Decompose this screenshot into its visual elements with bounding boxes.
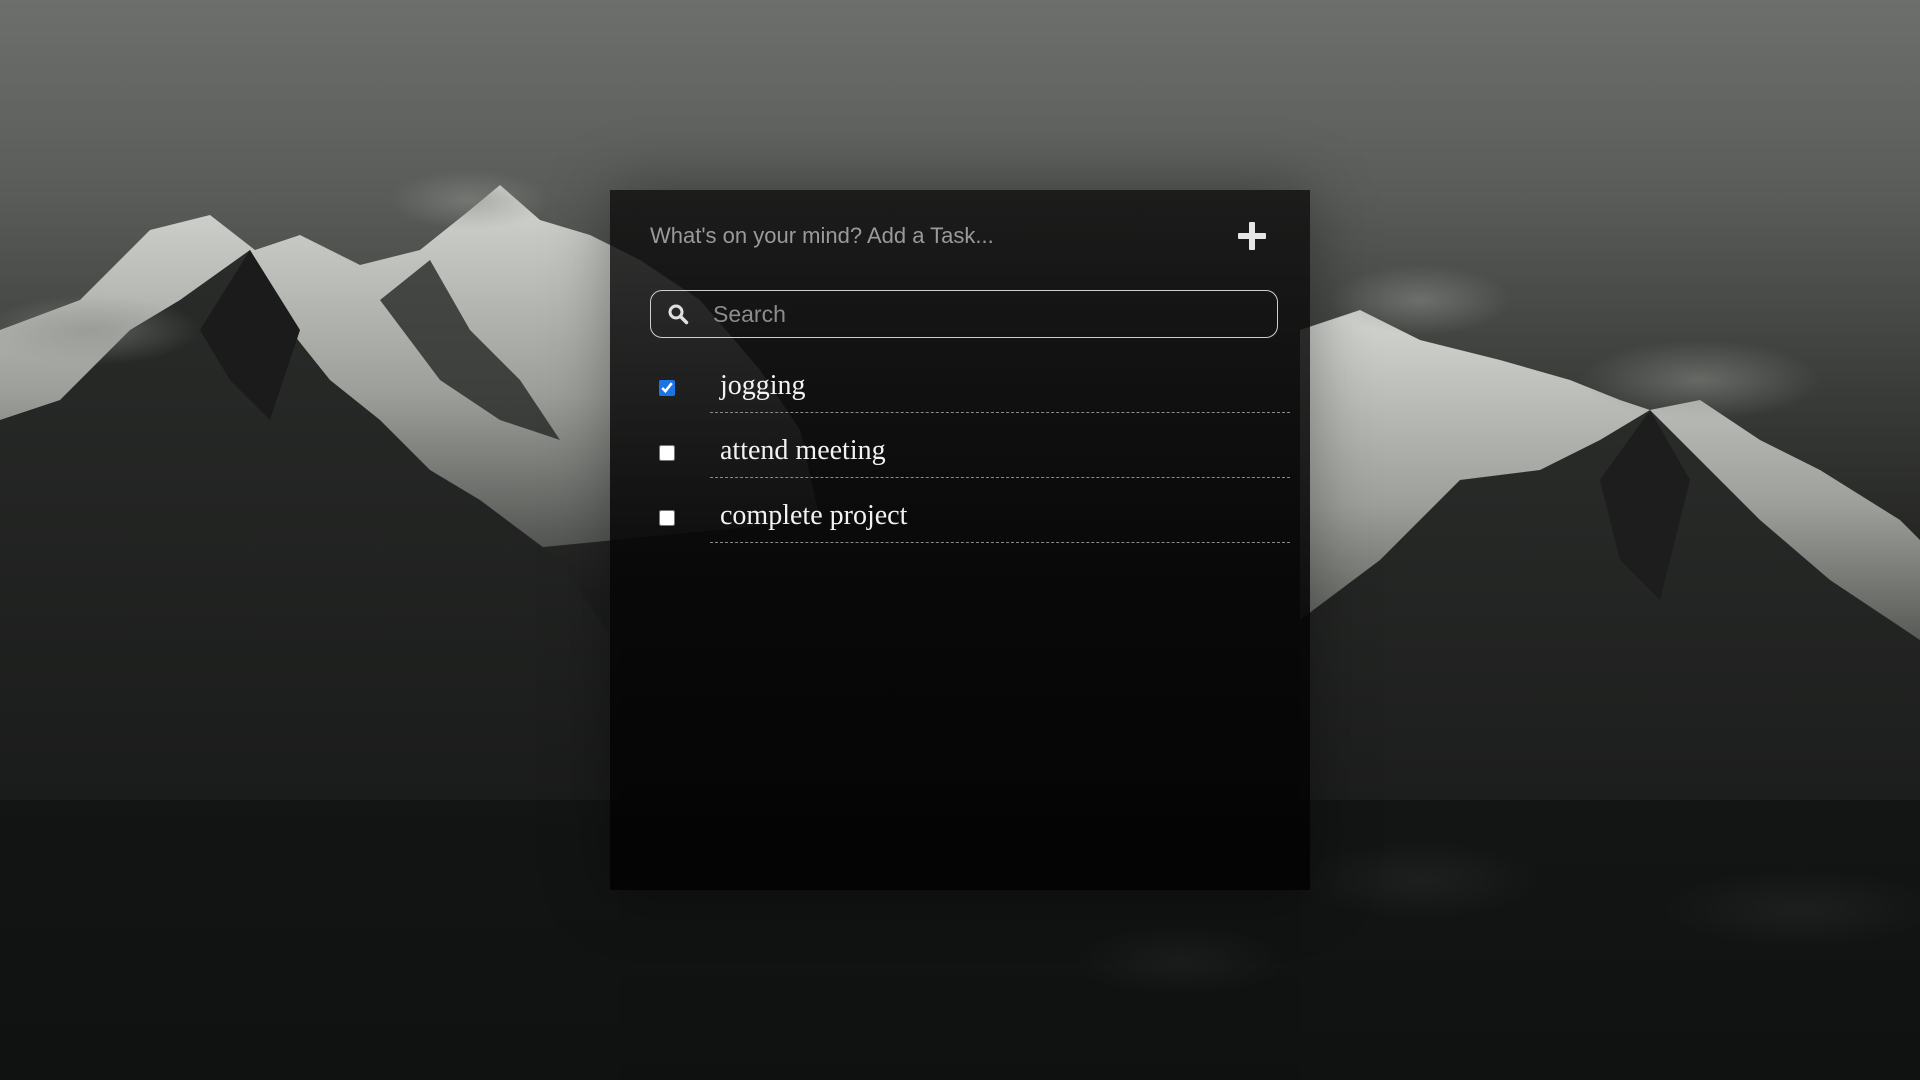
task-item: attend meeting [610,427,1310,492]
task-checkbox[interactable] [659,510,675,526]
task-checkbox[interactable] [659,380,675,396]
task-divider [710,477,1290,478]
task-item: complete project [610,492,1310,557]
task-divider [710,542,1290,543]
task-label: jogging [720,370,806,401]
search-input[interactable] [711,291,1265,338]
plus-icon [1238,222,1266,250]
add-task-row [650,214,1270,258]
task-label: complete project [720,500,908,531]
task-item: jogging [610,362,1310,427]
task-checkbox[interactable] [659,445,675,461]
todo-panel: jogging attend meeting complete project [610,190,1310,890]
search-icon [668,304,689,325]
task-divider [710,412,1290,413]
task-label: attend meeting [720,435,886,466]
add-task-button[interactable] [1234,218,1270,254]
search-box[interactable] [650,290,1278,338]
add-task-input[interactable] [650,214,1210,258]
